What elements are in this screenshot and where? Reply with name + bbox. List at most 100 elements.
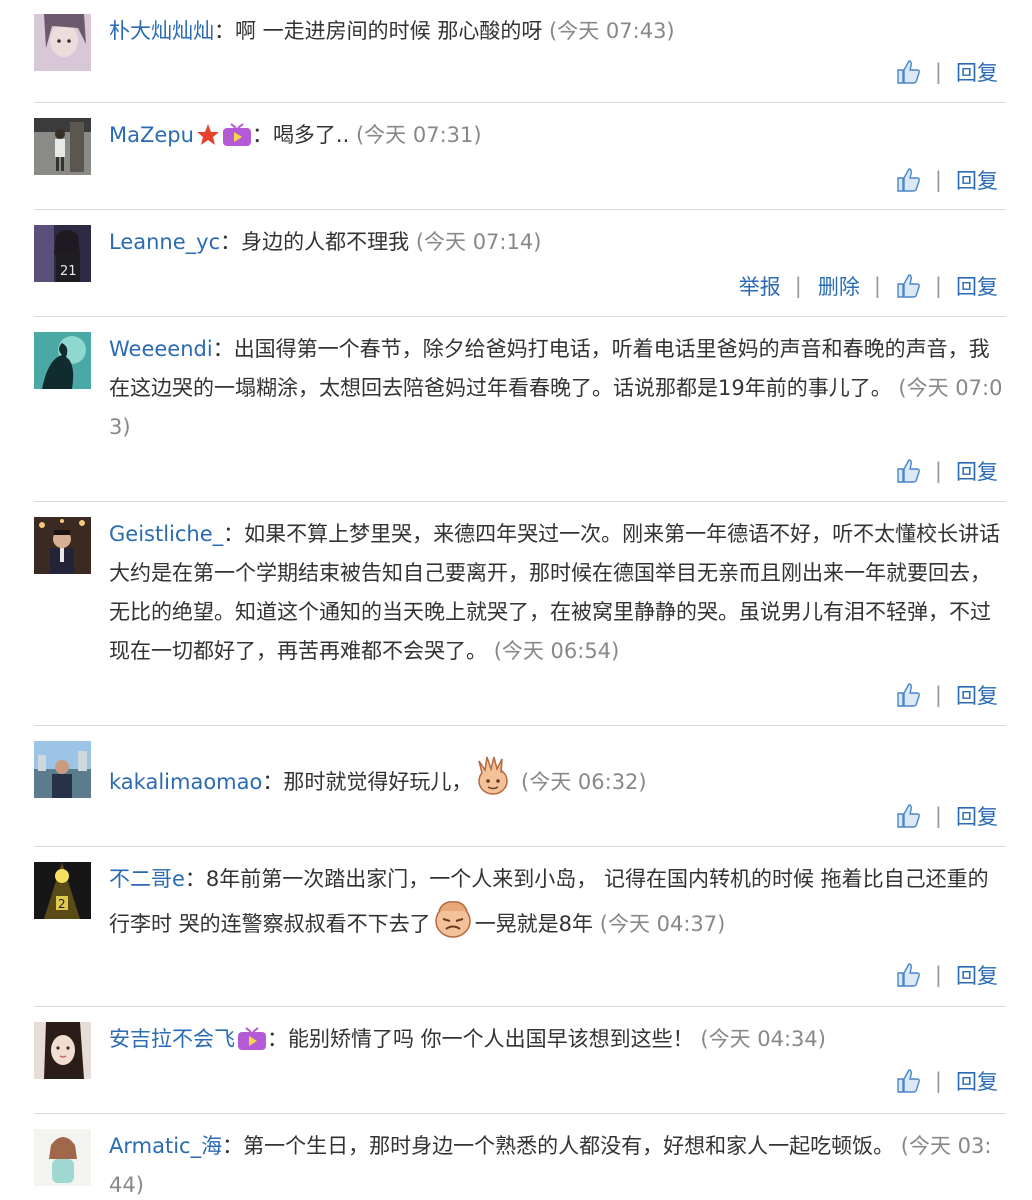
- comment-item: Geistliche_：如果不算上梦里哭，来德四年哭过一次。刚来第一年德语不好，…: [34, 503, 1006, 726]
- avatar[interactable]: [34, 332, 91, 389]
- video-badge-icon: [222, 121, 252, 160]
- comment-item: 21 Leanne_yc：身边的人都不理我 (今天 07:14) 举报 | 删除…: [34, 211, 1006, 317]
- comment-text: 出国得第一个春节，除夕给爸妈打电话，听着电话里爸妈的声音和春晚的声音，我在这边哭…: [109, 337, 990, 400]
- comment-actions: | 回复: [895, 165, 998, 195]
- comment-body: kakalimaomao：那时就觉得好玩儿， (今天 06:32): [109, 755, 1004, 810]
- thumbs-up-icon[interactable]: [895, 458, 921, 484]
- colon: ：: [184, 867, 206, 891]
- timestamp: (今天 07:31): [355, 123, 482, 147]
- timestamp: (今天 07:43): [549, 19, 675, 43]
- thumbs-up-icon[interactable]: [895, 59, 921, 85]
- comment-actions: 举报 | 删除 | | 回复: [739, 271, 998, 301]
- comment-actions: | 回复: [895, 456, 998, 486]
- comment-body: 安吉拉不会飞 ：能别矫情了吗 你一个人出国早该想到这些！ (今天 04:34): [109, 1020, 1004, 1064]
- comment-item: 安吉拉不会飞 ：能别矫情了吗 你一个人出国早该想到这些！ (今天 04:34) |…: [34, 1008, 1006, 1114]
- avatar[interactable]: [34, 517, 91, 574]
- comment-body: Leanne_yc：身边的人都不理我 (今天 07:14): [109, 223, 1004, 262]
- svg-text:21: 21: [60, 264, 77, 279]
- separator: |: [934, 168, 942, 192]
- comment-actions: | 回复: [895, 960, 998, 990]
- separator: |: [794, 274, 802, 298]
- reply-link[interactable]: 回复: [956, 271, 998, 301]
- comment-item: Weeeendi：出国得第一个春节，除夕给爸妈打电话，听着电话里爸妈的声音和春晚…: [34, 318, 1006, 502]
- username-link[interactable]: 朴大灿灿灿: [109, 19, 214, 43]
- timestamp: (今天 06:32): [521, 770, 647, 794]
- comment-text-continued: 一晃就是8年: [474, 912, 594, 936]
- comment-item: 朴大灿灿灿：啊 一走进房间的时候 那心酸的呀 (今天 07:43) | 回复: [34, 0, 1006, 103]
- report-link[interactable]: 举报: [739, 271, 781, 301]
- star-badge-icon: [196, 121, 220, 160]
- comment-item: Armatic_海：第一个生日，那时身边一个熟悉的人都没有，好想和家人一起吃顿饭…: [34, 1115, 1006, 1200]
- colon: ：: [212, 337, 234, 361]
- reply-link[interactable]: 回复: [956, 1066, 998, 1096]
- comment-text: 那时就觉得好玩儿，: [283, 770, 473, 794]
- colon: ：: [214, 19, 235, 43]
- comment-item: kakalimaomao：那时就觉得好玩儿， (今天 06:32) | 回复: [34, 727, 1006, 847]
- comment-text: 第一个生日，那时身边一个熟悉的人都没有，好想和家人一起吃顿饭。: [243, 1134, 895, 1158]
- username-link[interactable]: 安吉拉不会飞: [109, 1027, 235, 1051]
- avatar[interactable]: [34, 1129, 91, 1186]
- reply-link[interactable]: 回复: [956, 960, 998, 990]
- reply-link[interactable]: 回复: [956, 680, 998, 710]
- colon: ：: [251, 123, 273, 147]
- colon: ：: [222, 1134, 244, 1158]
- thumbs-up-icon[interactable]: [895, 167, 921, 193]
- comment-actions: | 回复: [895, 801, 998, 831]
- thumbs-up-icon[interactable]: [895, 682, 921, 708]
- colon: ：: [262, 770, 284, 794]
- comment-text: 啊 一走进房间的时候 那心酸的呀: [235, 19, 543, 43]
- thumbs-up-icon[interactable]: [895, 962, 921, 988]
- username-link[interactable]: Leanne_yc: [109, 230, 220, 254]
- separator: |: [934, 804, 942, 828]
- waving-emoji-icon: [472, 755, 514, 810]
- comment-body: Weeeendi：出国得第一个春节，除夕给爸妈打电话，听着电话里爸妈的声音和春晚…: [109, 330, 1004, 447]
- separator: |: [873, 274, 881, 298]
- comment-text: 喝多了..: [272, 123, 350, 147]
- thumbs-up-icon[interactable]: [895, 1068, 921, 1094]
- video-badge-icon: [237, 1025, 267, 1064]
- separator: |: [934, 274, 942, 298]
- username-link[interactable]: Geistliche_: [109, 522, 223, 546]
- colon: ：: [223, 522, 245, 546]
- comment-actions: | 回复: [895, 57, 998, 87]
- delete-link[interactable]: 删除: [818, 271, 860, 301]
- username-link[interactable]: MaZepu: [109, 123, 194, 147]
- separator: |: [934, 1069, 942, 1093]
- separator: |: [934, 60, 942, 84]
- separator: |: [934, 963, 942, 987]
- timestamp: (今天 06:54): [493, 639, 620, 663]
- comment-text: 能别矫情了吗 你一个人出国早该想到这些！: [288, 1027, 694, 1051]
- timestamp: (今天 04:34): [700, 1027, 826, 1051]
- timestamp: (今天 07:14): [415, 230, 542, 254]
- avatar[interactable]: [34, 118, 91, 175]
- comment-actions: | 回复: [895, 680, 998, 710]
- timestamp: (今天 04:37): [599, 912, 726, 936]
- avatar[interactable]: [34, 741, 91, 798]
- comment-body: Armatic_海：第一个生日，那时身边一个熟悉的人都没有，好想和家人一起吃顿饭…: [109, 1127, 1004, 1200]
- avatar[interactable]: 2: [34, 862, 91, 919]
- avatar[interactable]: 21: [34, 225, 91, 282]
- avatar[interactable]: [34, 14, 91, 71]
- reply-link[interactable]: 回复: [956, 801, 998, 831]
- avatar[interactable]: [34, 1022, 91, 1079]
- reply-link[interactable]: 回复: [956, 57, 998, 87]
- thumbs-up-icon[interactable]: [895, 273, 921, 299]
- thumbs-up-icon[interactable]: [895, 803, 921, 829]
- username-link[interactable]: kakalimaomao: [109, 770, 262, 794]
- reply-link[interactable]: 回复: [956, 456, 998, 486]
- username-link[interactable]: Weeeendi: [109, 337, 213, 361]
- comment-body: Geistliche_：如果不算上梦里哭，来德四年哭过一次。刚来第一年德语不好，…: [109, 515, 1004, 671]
- comment-body: 不二哥e：8年前第一次踏出家门，一个人来到小岛， 记得在国内转机的时候 拖着比自…: [109, 860, 1004, 952]
- colon: ：: [267, 1027, 288, 1051]
- reply-link[interactable]: 回复: [956, 165, 998, 195]
- comment-item: 2 不二哥e：8年前第一次踏出家门，一个人来到小岛， 记得在国内转机的时候 拖着…: [34, 848, 1006, 1007]
- username-link[interactable]: 不二哥e: [109, 867, 185, 891]
- svg-text:2: 2: [58, 897, 66, 911]
- separator: |: [934, 459, 942, 483]
- comment-body: MaZepu ：喝多了.. (今天 07:31): [109, 116, 1004, 160]
- username-link[interactable]: Armatic_海: [109, 1134, 222, 1158]
- separator: |: [934, 683, 942, 707]
- crying-emoji-icon: [431, 899, 475, 952]
- comment-body: 朴大灿灿灿：啊 一走进房间的时候 那心酸的呀 (今天 07:43): [109, 12, 1004, 51]
- comment-actions: | 回复: [895, 1066, 998, 1096]
